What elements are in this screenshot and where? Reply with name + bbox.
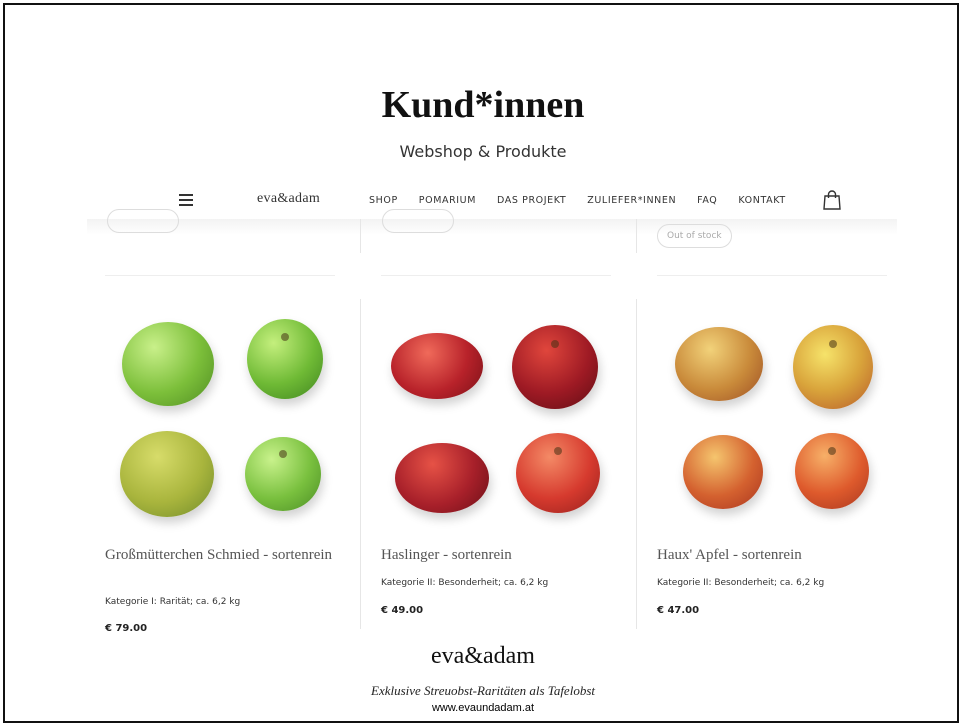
row-separator xyxy=(381,275,611,276)
footer-url[interactable]: www.evaundadam.at xyxy=(5,702,961,714)
slide-title: Kund*innen xyxy=(381,84,585,126)
nav-link-faq[interactable]: FAQ xyxy=(697,195,717,206)
product-price: € 47.00 xyxy=(657,605,700,616)
nav-link-zulieferinnen[interactable]: ZULIEFER*INNEN xyxy=(587,195,676,206)
row-separator xyxy=(105,275,335,276)
nav-logo[interactable]: eva&adam xyxy=(257,191,320,207)
column-divider xyxy=(360,219,361,253)
slide-subtitle: Webshop & Produkte xyxy=(399,142,567,161)
slide-frame: Kund*innen Webshop & Produkte eva&adam S… xyxy=(3,3,959,723)
product-meta: Kategorie II: Besonderheit; ca. 6,2 kg xyxy=(657,578,825,588)
product-name[interactable]: Großmütterchen Schmied - sortenrein xyxy=(105,545,355,565)
footer-tagline: Exklusive Streuobst-Raritäten als Tafelo… xyxy=(371,683,595,698)
apple-photo xyxy=(122,322,214,406)
nav-link-shop[interactable]: SHOP xyxy=(369,195,398,206)
product-card[interactable]: Haux' Apfel - sortenrein Kategorie II: B… xyxy=(657,305,907,616)
product-image[interactable] xyxy=(105,305,345,525)
product-card[interactable]: Haslinger - sortenrein Kategorie II: Bes… xyxy=(381,305,631,616)
column-divider xyxy=(636,299,637,629)
nav-link-pomarium[interactable]: POMARIUM xyxy=(419,195,476,206)
apple-photo xyxy=(395,443,489,513)
apple-photo xyxy=(675,327,763,401)
apple-photo xyxy=(120,431,214,517)
apple-photo xyxy=(795,433,869,509)
product-name[interactable]: Haslinger - sortenrein xyxy=(381,545,631,565)
product-image[interactable] xyxy=(381,305,621,525)
footer-logo: eva&adam xyxy=(431,643,535,669)
nav-links: SHOP POMARIUM DAS PROJEKT ZULIEFER*INNEN… xyxy=(369,195,807,206)
product-name[interactable]: Haux' Apfel - sortenrein xyxy=(657,545,907,565)
out-of-stock-badge: Out of stock xyxy=(657,224,732,248)
product-price: € 79.00 xyxy=(105,623,148,634)
apple-photo xyxy=(793,325,873,409)
column-divider xyxy=(360,299,361,629)
product-image[interactable] xyxy=(657,305,897,525)
product-price: € 49.00 xyxy=(381,605,424,616)
product-meta: Kategorie II: Besonderheit; ca. 6,2 kg xyxy=(381,578,549,588)
apple-photo xyxy=(516,433,600,513)
previous-row-button[interactable] xyxy=(107,209,179,233)
apple-photo xyxy=(683,435,763,509)
row-separator xyxy=(657,275,887,276)
apple-photo xyxy=(391,333,483,399)
product-meta: Kategorie I: Rarität; ca. 6,2 kg xyxy=(105,597,241,607)
apple-photo xyxy=(512,325,598,409)
previous-row-button[interactable] xyxy=(382,209,454,233)
column-divider xyxy=(636,219,637,253)
nav-link-das-projekt[interactable]: DAS PROJEKT xyxy=(497,195,566,206)
nav-link-kontakt[interactable]: KONTAKT xyxy=(738,195,785,206)
shopping-bag-icon[interactable] xyxy=(823,190,841,210)
navbar-shadow xyxy=(87,219,897,235)
apple-photo xyxy=(247,319,323,399)
shop-navbar: eva&adam SHOP POMARIUM DAS PROJEKT ZULIE… xyxy=(85,185,895,221)
product-card[interactable]: Großmütterchen Schmied - sortenrein Kate… xyxy=(105,305,355,634)
hamburger-menu-icon[interactable] xyxy=(179,194,193,206)
apple-photo xyxy=(245,437,321,511)
